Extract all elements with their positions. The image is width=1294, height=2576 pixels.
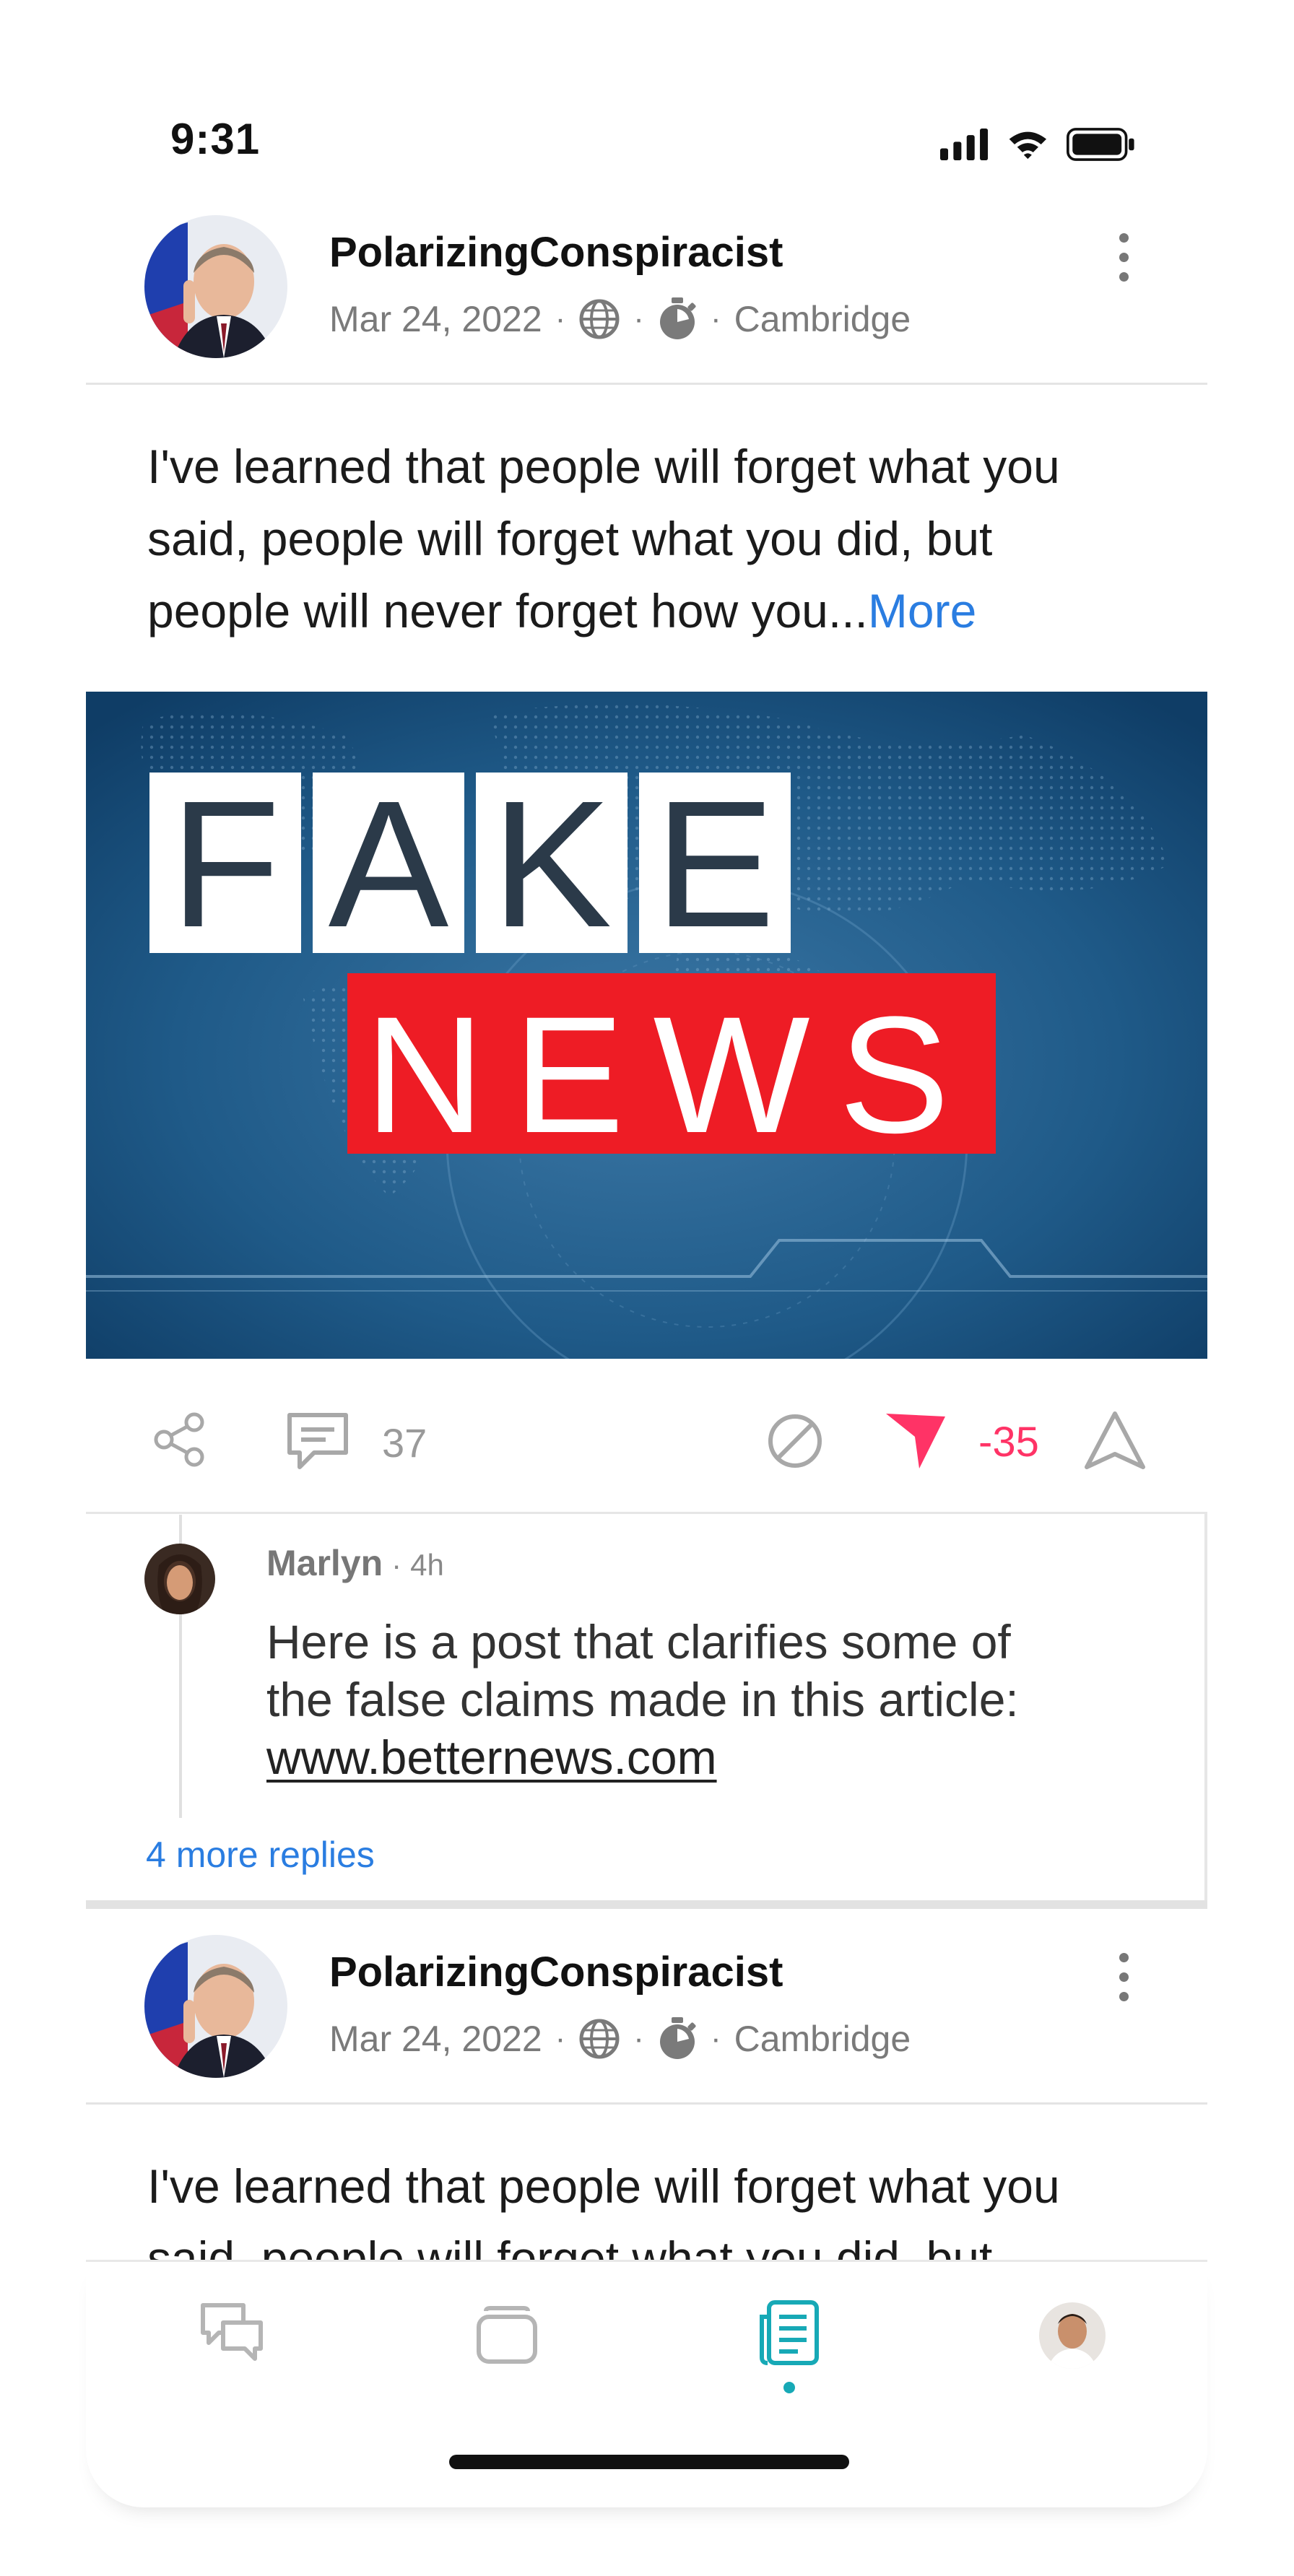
- post-location: Cambridge: [734, 299, 911, 339]
- post-username[interactable]: PolarizingConspiracist: [329, 1948, 783, 1996]
- chat-icon[interactable]: [199, 2301, 265, 2366]
- globe-icon: [579, 299, 620, 339]
- comment-line: the false claims made in this article:: [266, 1673, 1019, 1726]
- svg-text:A: A: [329, 763, 449, 965]
- post-text-line: I've learned that people will forget wha…: [147, 2159, 1060, 2213]
- post-separator: [86, 1900, 1207, 1909]
- more-options-icon[interactable]: [1102, 228, 1145, 286]
- post-image[interactable]: F A K E NEWS: [86, 692, 1207, 1359]
- svg-text:E: E: [655, 763, 776, 965]
- commenter-name[interactable]: Marlyn: [266, 1542, 383, 1584]
- post-text-line: said, people will forget what you did, b…: [147, 512, 993, 565]
- more-replies-link[interactable]: 4 more replies: [146, 1834, 375, 1876]
- commenter-avatar[interactable]: [144, 1544, 215, 1614]
- post-username[interactable]: PolarizingConspiracist: [329, 228, 783, 277]
- comment-count: 37: [382, 1420, 427, 1466]
- comment-dot: ·: [391, 1548, 402, 1582]
- post-text-line: people will never forget how you...More: [147, 575, 1194, 647]
- more-options-icon[interactable]: [1102, 1948, 1145, 2006]
- header-divider: [86, 383, 1207, 385]
- comment-time: 4h: [410, 1548, 444, 1582]
- meta-separator: ·: [633, 301, 644, 336]
- post-actions: 37 -35: [86, 1393, 1207, 1487]
- downvote-icon[interactable]: [883, 1409, 948, 1471]
- meta-separator: ·: [710, 301, 721, 336]
- timer-icon: [659, 297, 696, 339]
- share-icon[interactable]: [151, 1411, 209, 1468]
- cards-icon[interactable]: [476, 2305, 538, 2364]
- feed-icon[interactable]: [757, 2299, 820, 2366]
- svg-text:K: K: [492, 763, 612, 965]
- comment-icon[interactable]: [285, 1411, 350, 1471]
- comment-line: Here is a post that clarifies some of: [266, 1615, 1011, 1668]
- meta-separator: ·: [633, 2021, 644, 2056]
- active-tab-indicator: [783, 2382, 795, 2393]
- more-link[interactable]: More: [868, 584, 976, 638]
- vote-score: -35: [978, 1419, 1039, 1466]
- post-text-line: I've learned that people will forget wha…: [147, 440, 1060, 493]
- upvote-icon[interactable]: [1082, 1409, 1147, 1471]
- home-indicator: [449, 2455, 849, 2469]
- post-location: Cambridge: [734, 2019, 911, 2059]
- status-time: 9:31: [170, 115, 261, 163]
- post-meta: Mar 24, 2022 · · · Cambridge: [329, 297, 911, 341]
- signal-icon: [940, 128, 989, 161]
- post-text-line-3: people will never forget how you...: [147, 584, 868, 638]
- comment-header: Marlyn · 4h: [266, 1542, 444, 1584]
- battery-icon: [1066, 128, 1134, 161]
- comment-body: Here is a post that clarifies some of th…: [266, 1613, 1198, 1786]
- comment-link[interactable]: www.betternews.com: [266, 1731, 717, 1784]
- author-avatar[interactable]: [144, 215, 287, 358]
- block-icon[interactable]: [766, 1412, 824, 1470]
- timer-icon: [659, 2017, 696, 2059]
- svg-text:NEWS: NEWS: [365, 982, 978, 1167]
- bottom-nav: [86, 2260, 1207, 2507]
- post-meta: Mar 24, 2022 · · · Cambridge: [329, 2017, 911, 2061]
- status-icons: [940, 121, 1135, 167]
- profile-avatar[interactable]: [1039, 2302, 1106, 2369]
- globe-icon: [579, 2019, 620, 2059]
- meta-separator: ·: [555, 2021, 566, 2056]
- header-divider: [86, 2102, 1207, 2105]
- post-text: I've learned that people will forget wha…: [147, 430, 1194, 647]
- meta-separator: ·: [710, 2021, 721, 2056]
- author-avatar[interactable]: [144, 1935, 287, 2078]
- post-date: Mar 24, 2022: [329, 2019, 542, 2059]
- post-date: Mar 24, 2022: [329, 299, 542, 339]
- meta-separator: ·: [555, 301, 566, 336]
- wifi-icon: [1009, 131, 1046, 160]
- svg-text:F: F: [170, 763, 281, 965]
